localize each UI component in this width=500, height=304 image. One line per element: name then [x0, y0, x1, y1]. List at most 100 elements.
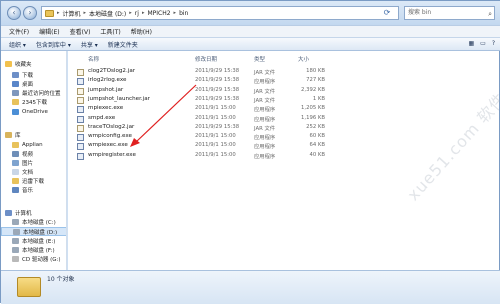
- nav-item[interactable]: 收藏夹: [1, 59, 66, 68]
- file-row[interactable]: smpd.exe 2011/9/1 15:00 应用程序 1,196 KB: [68, 115, 499, 123]
- folder-icon: [12, 98, 19, 105]
- nav-item-label: 收藏夹: [15, 61, 32, 68]
- file-size: 727 KB: [306, 77, 325, 84]
- nav-item-label: 本地磁盘 (F:): [22, 247, 55, 254]
- file-type: 应用程序: [254, 144, 276, 151]
- nav-item-label: 最近访问的位置: [22, 90, 61, 97]
- nav-item[interactable]: 最近访问的位置: [1, 88, 66, 97]
- breadcrumb-mpich2[interactable]: MPICH2: [147, 10, 170, 17]
- application-icon: [77, 115, 84, 123]
- nav-item[interactable]: 库: [1, 130, 66, 139]
- recent-places-icon: [12, 89, 19, 96]
- file-size: 180 KB: [306, 68, 325, 74]
- file-row[interactable]: jumpshot_launcher.jar 2011/9/29 15:38 JAR …: [68, 96, 499, 104]
- menu-view[interactable]: 查看(V): [70, 27, 91, 36]
- nav-item[interactable]: 本地磁盘 (D:): [1, 227, 66, 236]
- file-name: wmpiregister.exe: [88, 151, 136, 158]
- menu-edit[interactable]: 编辑(E): [39, 27, 59, 36]
- file-size: 2,392 KB: [301, 86, 325, 93]
- nav-item[interactable]: 图片: [1, 158, 66, 167]
- nav-item[interactable]: CD 驱动器 (G:): [1, 254, 66, 263]
- back-button[interactable]: ‹: [7, 6, 21, 20]
- menu-bar: 文件(F) 编辑(E) 查看(V) 工具(T) 帮助(H): [1, 25, 500, 37]
- nav-item-label: 下载: [22, 72, 34, 79]
- nav-item[interactable]: 本地磁盘 (E:): [1, 236, 66, 245]
- view-options-icon[interactable]: ▦: [468, 40, 474, 47]
- details-pane: 10 个对象: [1, 270, 500, 304]
- breadcrumb-computer[interactable]: 计算机: [63, 9, 81, 18]
- forward-button[interactable]: ›: [23, 6, 37, 20]
- nav-item[interactable]: 迅雷下载: [1, 176, 66, 185]
- file-type: 应用程序: [254, 135, 276, 142]
- nav-item[interactable]: 2345下载: [1, 97, 66, 106]
- file-type: 应用程序: [254, 79, 276, 86]
- file-type: JAR 文件: [254, 70, 276, 76]
- file-row[interactable]: clog2TOslog2.jar 2011/9/29 15:38 JAR 文件 180…: [68, 68, 499, 76]
- breadcrumb-drive-d[interactable]: 本地磁盘 (D:): [89, 9, 126, 18]
- jar-file-icon: [77, 96, 84, 104]
- nav-item[interactable]: OneDrive: [1, 107, 66, 116]
- nav-item-label: CD 驱动器 (G:): [22, 256, 61, 263]
- help-icon[interactable]: ?: [492, 40, 495, 47]
- file-type: JAR 文件: [254, 88, 276, 95]
- file-date: 2011/9/29 15:38: [195, 95, 240, 102]
- menu-help[interactable]: 帮助(H): [131, 27, 152, 36]
- file-size: 64 KB: [309, 142, 325, 149]
- nav-item[interactable]: 本地磁盘 (F:): [1, 245, 66, 254]
- file-name: mpiexec.exe: [88, 105, 124, 112]
- nav-item[interactable]: 视频: [1, 149, 66, 158]
- search-icon: ⌕: [488, 10, 492, 18]
- file-size: 1,196 KB: [301, 114, 325, 121]
- new-folder-button[interactable]: 新建文件夹: [108, 40, 138, 49]
- file-size: 252 KB: [306, 123, 325, 130]
- nav-item-label: 库: [15, 132, 21, 139]
- share-button[interactable]: 共享 ▾: [81, 40, 98, 49]
- nav-item[interactable]: 桌面: [1, 79, 66, 88]
- nav-item-label: Applian: [22, 141, 43, 148]
- refresh-icon[interactable]: ⟳: [382, 8, 392, 18]
- application-icon: [77, 134, 84, 142]
- video-icon: [12, 150, 19, 157]
- nav-item[interactable]: 计算机: [1, 208, 66, 217]
- column-name[interactable]: 名称: [88, 55, 99, 63]
- file-row[interactable]: jumpshot.jar 2011/9/29 15:38 JAR 文件 2,392 K…: [68, 87, 499, 95]
- nav-item-label: 音乐: [22, 187, 34, 194]
- file-row[interactable]: irlog2rlog.exe 2011/9/29 15:38 应用程序 727 KB: [68, 77, 499, 86]
- item-count: 10 个对象: [47, 276, 75, 283]
- nav-item-label: 图片: [22, 160, 34, 167]
- organize-button[interactable]: 组织 ▾: [9, 40, 26, 49]
- drive-icon: [12, 246, 19, 253]
- file-name: traceTOslog2.jar: [88, 123, 135, 130]
- breadcrumb-rj[interactable]: rj: [135, 10, 139, 17]
- column-type[interactable]: 类型: [254, 55, 265, 63]
- menu-tools[interactable]: 工具(T): [100, 27, 120, 36]
- address-bar[interactable]: ▸ 计算机 ▸ 本地磁盘 (D:) ▸ rj ▸ MPICH2 ▸ bin ⟳: [41, 6, 399, 20]
- pictures-icon: [12, 159, 19, 166]
- search-input[interactable]: 搜索 bin ⌕: [404, 6, 495, 20]
- breadcrumb-bin[interactable]: bin: [179, 10, 188, 17]
- drive-icon: [12, 218, 19, 225]
- file-name: irlog2rlog.exe: [88, 77, 127, 84]
- cloud-icon: [12, 108, 19, 115]
- file-row[interactable]: mpiexec.exe 2011/9/1 15:00 应用程序 1,205 KB: [68, 105, 499, 114]
- nav-item[interactable]: 本地磁盘 (C:): [1, 217, 66, 226]
- nav-item[interactable]: 音乐: [1, 185, 66, 194]
- column-size[interactable]: 大小: [298, 55, 309, 63]
- file-size: 1,205 KB: [301, 105, 325, 112]
- column-date[interactable]: 修改日期: [195, 55, 217, 63]
- include-in-library-button[interactable]: 包含到库中 ▾: [36, 40, 71, 49]
- application-icon: [77, 143, 84, 151]
- preview-pane-icon[interactable]: ▭: [480, 40, 486, 47]
- nav-item[interactable]: Applian: [1, 140, 66, 149]
- menu-file[interactable]: 文件(F): [9, 27, 29, 36]
- nav-item[interactable]: 下载: [1, 70, 66, 79]
- file-row[interactable]: traceTOslog2.jar 2011/9/29 15:38 JAR 文件 252…: [68, 124, 499, 132]
- nav-item-label: 本地磁盘 (E:): [22, 238, 56, 245]
- library-icon: [5, 131, 12, 138]
- nav-item[interactable]: 文档: [1, 167, 66, 176]
- download-folder-icon: [12, 71, 19, 78]
- file-name: wmpiconfig.exe: [88, 133, 132, 140]
- file-row[interactable]: wmpiconfig.exe 2011/9/1 15:00 应用程序 60 KB: [68, 133, 499, 142]
- file-row[interactable]: wmpiexec.exe 2011/9/1 15:00 应用程序 64 KB: [68, 142, 499, 151]
- file-date: 2011/9/1 15:00: [195, 151, 236, 158]
